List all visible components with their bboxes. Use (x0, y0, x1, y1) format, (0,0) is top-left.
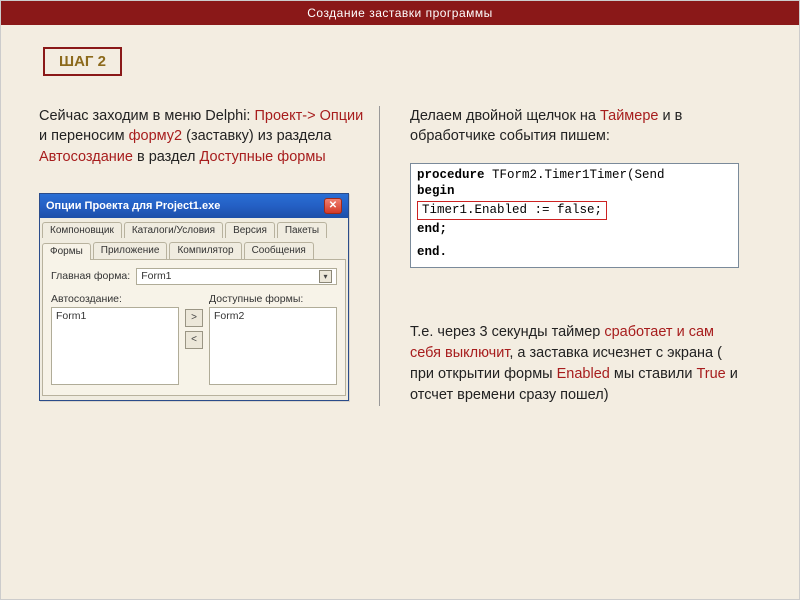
tab-dirs[interactable]: Каталоги/Условия (124, 222, 223, 238)
code-line: end. (417, 244, 732, 261)
right-column: Делаем двойной щелчок на Таймере и в обр… (379, 106, 739, 406)
available-listbox[interactable]: Form2 (209, 307, 337, 385)
code-line: begin (417, 183, 732, 200)
code-line: procedure TForm2.Timer1Timer(Send (417, 167, 732, 184)
kw-autocreate: Автосоздание (39, 149, 133, 165)
step-badge: ШАГ 2 (43, 47, 122, 76)
kw-form2: форму2 (129, 128, 183, 144)
main-form-label: Главная форма: (51, 270, 130, 282)
move-right-button[interactable]: > (185, 309, 203, 327)
tab-packages[interactable]: Пакеты (277, 222, 327, 238)
code-line-highlighted: Timer1.Enabled := false; (417, 200, 732, 221)
dialog-title: Опции Проекта для Project1.exe (46, 200, 220, 212)
slide-title: Создание заставки программы (307, 6, 493, 20)
main-form-select[interactable]: Form1 ▾ (136, 268, 337, 285)
close-icon[interactable]: ✕ (324, 198, 342, 214)
kw-project-options: Проект-> Опции (254, 108, 363, 124)
move-left-button[interactable]: < (185, 331, 203, 349)
explanation-paragraph: Т.е. через 3 секунды таймер сработает и … (410, 322, 739, 406)
dialog-tabs-row1: Компоновщик Каталоги/Условия Версия Паке… (40, 218, 348, 238)
dialog-tabs-row2: Формы Приложение Компилятор Сообщения (40, 238, 348, 259)
tab-body-forms: Главная форма: Form1 ▾ Автосоздание: For… (42, 259, 346, 396)
right-paragraph: Делаем двойной щелчок на Таймере и в обр… (410, 106, 739, 147)
slide-header: Создание заставки программы (1, 1, 799, 25)
chevron-down-icon: ▾ (319, 270, 332, 283)
content-area: Сейчас заходим в меню Delphi: Проект-> О… (1, 76, 799, 406)
kw-enabled: Enabled (557, 366, 610, 382)
available-label: Доступные формы: (209, 293, 337, 305)
tab-forms[interactable]: Формы (42, 243, 91, 260)
kw-available-forms: Доступные формы (200, 149, 326, 165)
list-item[interactable]: Form1 (56, 310, 174, 322)
kw-true: True (696, 366, 725, 382)
project-options-dialog: Опции Проекта для Project1.exe ✕ Компоно… (39, 193, 349, 401)
dialog-titlebar[interactable]: Опции Проекта для Project1.exe ✕ (40, 194, 348, 218)
tab-messages[interactable]: Сообщения (244, 242, 314, 259)
kw-timer: Таймере (600, 108, 659, 124)
tab-compiler[interactable]: Компилятор (169, 242, 241, 259)
code-line: end; (417, 221, 732, 238)
tab-linker[interactable]: Компоновщик (42, 222, 122, 238)
tab-version[interactable]: Версия (225, 222, 275, 238)
autocreate-listbox[interactable]: Form1 (51, 307, 179, 385)
autocreate-label: Автосоздание: (51, 293, 179, 305)
left-column: Сейчас заходим в меню Delphi: Проект-> О… (39, 106, 379, 406)
list-item[interactable]: Form2 (214, 310, 332, 322)
tab-application[interactable]: Приложение (93, 242, 168, 259)
left-paragraph: Сейчас заходим в меню Delphi: Проект-> О… (39, 106, 369, 167)
code-snippet: procedure TForm2.Timer1Timer(Send begin … (410, 163, 739, 268)
